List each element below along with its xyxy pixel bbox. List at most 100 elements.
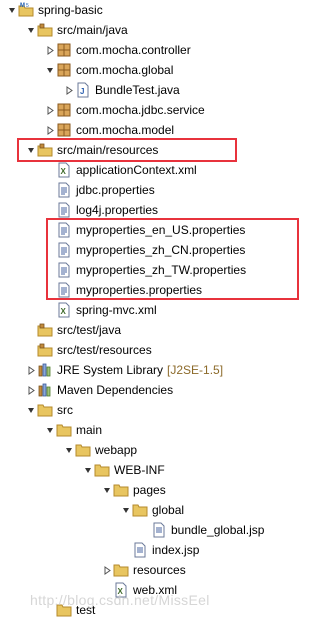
watermark: http://blog.csdn.net/MissEel: [30, 592, 210, 608]
tree-item[interactable]: myproperties.properties: [0, 280, 325, 300]
folder-icon: [75, 442, 91, 458]
tree-item[interactable]: jdbc.properties: [0, 180, 325, 200]
tree-item[interactable]: M 5 spring-basic: [0, 0, 325, 20]
properties-file-icon: [56, 222, 72, 238]
folder-icon: [37, 402, 53, 418]
tree-item-label: BundleTest.java: [95, 83, 180, 97]
tree-item-label: com.mocha.global: [76, 63, 174, 77]
tree-item[interactable]: src/main/java: [0, 20, 325, 40]
tree-item[interactable]: pages: [0, 480, 325, 500]
tree-item[interactable]: src: [0, 400, 325, 420]
tree-item-label: myproperties_zh_TW.properties: [76, 263, 247, 277]
collapse-arrow-icon[interactable]: [44, 122, 56, 138]
tree-item[interactable]: JRE System Library [J2SE-1.5]: [0, 360, 325, 380]
tree-item[interactable]: log4j.properties: [0, 200, 325, 220]
tree-item-label: applicationContext.xml: [76, 163, 197, 177]
properties-file-icon: [56, 202, 72, 218]
tree-item-label: bundle_global.jsp: [171, 523, 265, 537]
tree-item-label: index.jsp: [152, 543, 200, 557]
tree-item-label: main: [76, 423, 103, 437]
source-folder-icon: [37, 22, 53, 38]
library-icon: [37, 362, 53, 378]
expand-arrow-icon[interactable]: [101, 482, 113, 498]
expand-arrow-icon[interactable]: [82, 462, 94, 478]
xml-file-icon: X: [56, 302, 72, 318]
tree-item-label: myproperties_en_US.properties: [76, 223, 246, 237]
source-folder-icon: [37, 322, 53, 338]
tree-item[interactable]: myproperties_en_US.properties: [0, 220, 325, 240]
tree-item[interactable]: src/test/resources: [0, 340, 325, 360]
tree-item-label: resources: [133, 563, 186, 577]
tree-item[interactable]: myproperties_zh_TW.properties: [0, 260, 325, 280]
java-file-icon: J: [75, 82, 91, 98]
tree-item[interactable]: com.mocha.jdbc.service: [0, 100, 325, 120]
tree-item-label: spring-basic: [38, 3, 103, 17]
expand-arrow-icon[interactable]: [6, 2, 18, 18]
expand-arrow-icon[interactable]: [25, 22, 37, 38]
folder-icon: [56, 422, 72, 438]
expand-arrow-icon[interactable]: [63, 442, 75, 458]
jsp-file-icon: [151, 522, 167, 538]
properties-file-icon: [56, 182, 72, 198]
tree-item[interactable]: com.mocha.controller: [0, 40, 325, 60]
source-folder-icon: [37, 142, 53, 158]
tree-item[interactable]: src/main/resources: [0, 140, 325, 160]
tree-item-label: myproperties_zh_CN.properties: [76, 243, 246, 257]
tree-item-label: spring-mvc.xml: [76, 303, 157, 317]
collapse-arrow-icon[interactable]: [101, 562, 113, 578]
collapse-arrow-icon[interactable]: [44, 42, 56, 58]
tree-item[interactable]: J BundleTest.java: [0, 80, 325, 100]
expand-arrow-icon[interactable]: [25, 402, 37, 418]
tree-item[interactable]: bundle_global.jsp: [0, 520, 325, 540]
expand-arrow-icon[interactable]: [25, 142, 37, 158]
tree-item-label: com.mocha.controller: [76, 43, 191, 57]
tree-item[interactable]: resources: [0, 560, 325, 580]
tree-item[interactable]: webapp: [0, 440, 325, 460]
package-icon: [56, 122, 72, 138]
folder-icon: [94, 462, 110, 478]
expand-arrow-icon[interactable]: [44, 62, 56, 78]
expand-arrow-icon[interactable]: [44, 422, 56, 438]
folder-icon: [132, 502, 148, 518]
properties-file-icon: [56, 242, 72, 258]
tree-item[interactable]: XapplicationContext.xml: [0, 160, 325, 180]
tree-item[interactable]: main: [0, 420, 325, 440]
tree-item-label: src/test/java: [57, 323, 122, 337]
collapse-arrow-icon[interactable]: [25, 382, 37, 398]
tree-item[interactable]: Maven Dependencies: [0, 380, 325, 400]
tree-item[interactable]: com.mocha.global: [0, 60, 325, 80]
tree-item-label: JRE System Library: [57, 363, 164, 377]
jsp-file-icon: [132, 542, 148, 558]
tree-item[interactable]: myproperties_zh_CN.properties: [0, 240, 325, 260]
package-icon: [56, 102, 72, 118]
tree-item-label: src/test/resources: [57, 343, 152, 357]
tree-item[interactable]: src/test/java: [0, 320, 325, 340]
collapse-arrow-icon[interactable]: [25, 362, 37, 378]
tree-item[interactable]: Xspring-mvc.xml: [0, 300, 325, 320]
maven-project-icon: M5: [18, 2, 34, 18]
tree-item-label: src/main/java: [57, 23, 128, 37]
tree-item[interactable]: com.mocha.model: [0, 120, 325, 140]
tree-item-label: com.mocha.model: [76, 123, 175, 137]
tree-item-label: src: [57, 403, 73, 417]
svg-text:X: X: [61, 167, 67, 176]
tree-item[interactable]: global: [0, 500, 325, 520]
expand-arrow-icon[interactable]: [120, 502, 132, 518]
properties-file-icon: [56, 282, 72, 298]
collapse-arrow-icon[interactable]: [63, 82, 75, 98]
svg-text:X: X: [61, 307, 67, 316]
collapse-arrow-icon[interactable]: [44, 102, 56, 118]
tree-item-label: webapp: [95, 443, 138, 457]
tree-item[interactable]: WEB-INF: [0, 460, 325, 480]
tree-item[interactable]: index.jsp: [0, 540, 325, 560]
tree-item-label: com.mocha.jdbc.service: [76, 103, 205, 117]
